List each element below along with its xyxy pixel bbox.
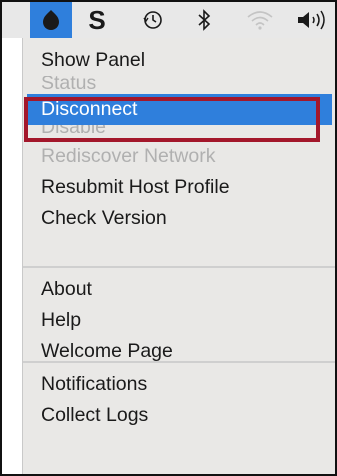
menu-item-notifications[interactable]: Notifications <box>23 369 335 400</box>
menu-item-collect-logs[interactable]: Collect Logs <box>23 400 335 431</box>
menu-item-help[interactable]: Help <box>23 305 335 336</box>
menu-separator <box>23 361 335 363</box>
dropdown-menu: Show Panel Status Disconnect Disable Red… <box>22 38 335 474</box>
menu-item-rediscover-network[interactable]: Rediscover Network <box>23 141 335 172</box>
menu-item-show-panel[interactable]: Show Panel <box>23 45 335 76</box>
menu-separator <box>23 266 335 268</box>
app-status-icon[interactable] <box>30 2 72 38</box>
time-machine-icon[interactable] <box>138 2 168 38</box>
menu-item-about[interactable]: About <box>23 274 335 305</box>
menu-group-primary: Show Panel Status Disconnect Disable Red… <box>23 45 335 234</box>
menu-item-check-version[interactable]: Check Version <box>23 203 335 234</box>
menu-item-resubmit-host-profile[interactable]: Resubmit Host Profile <box>23 172 335 203</box>
bluetooth-icon[interactable] <box>190 2 218 38</box>
wifi-icon[interactable] <box>242 2 278 38</box>
menu-bar: S <box>2 2 335 38</box>
s-logo-icon[interactable]: S <box>82 2 112 38</box>
menu-item-disconnect[interactable]: Disconnect <box>27 94 332 125</box>
menu-group-diagnostics: Notifications Collect Logs <box>23 369 335 431</box>
volume-icon[interactable] <box>292 2 332 38</box>
screenshot-frame: S Show Panel Status Disconnect Disable R… <box>0 0 337 476</box>
menu-item-status[interactable]: Status <box>23 76 335 94</box>
menu-group-info: About Help Welcome Page <box>23 274 335 367</box>
menu-item-disable[interactable]: Disable <box>23 125 335 141</box>
